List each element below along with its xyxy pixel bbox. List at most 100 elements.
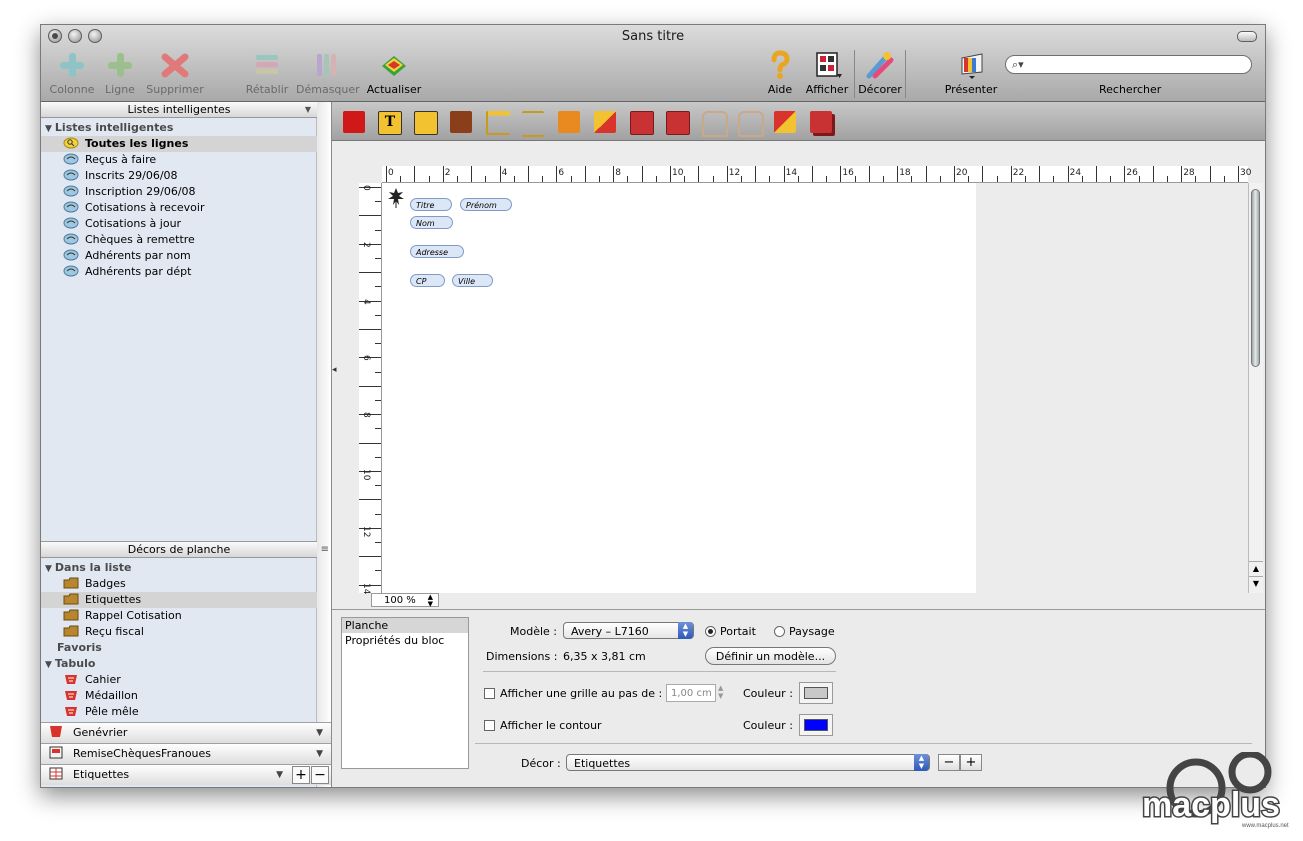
label-canvas[interactable]: Titre Prénom Nom Adresse CP Ville [382,183,976,593]
ruler-tick [670,166,671,182]
search-field[interactable]: ⌕▾ [1005,55,1252,74]
grid-color-well[interactable] [799,682,833,704]
restore-button[interactable]: Rétablir [244,50,290,98]
smart-list-item[interactable]: Toutes les lignes [41,136,317,152]
ruler-tick [1096,166,1097,182]
bring-front-tool[interactable] [594,111,616,133]
scroll-up-arrow-icon[interactable]: ▲ [1249,561,1263,576]
grid-checkbox[interactable]: Afficher une grille au pas de : [484,687,662,700]
grid-step-field[interactable]: 1,00 cm [666,684,716,702]
toolbar-toggle-button[interactable] [1237,31,1257,42]
ruler-tick [1195,176,1197,182]
ruler-tick [783,166,785,182]
tab-block-properties[interactable]: Propriétés du bloc [342,633,468,648]
document-row[interactable]: Etiquettes ▼ + − [41,764,331,785]
chevron-down-icon[interactable]: ▼ [316,744,323,764]
remove-decor-button[interactable]: − [938,754,960,771]
landscape-radio[interactable]: Paysage [774,625,835,638]
tabulo-item[interactable]: Cahier [41,672,317,688]
ruler-tick [939,176,941,182]
contour-checkbox[interactable]: Afficher le contour [484,719,602,732]
logo-url: www.macplus.net [1241,823,1289,829]
ruler-tick [1138,176,1140,182]
smart-list-item[interactable]: Chèques à remettre [41,232,317,248]
unmask-button[interactable]: Démasquer [296,50,360,98]
fill-color-tool[interactable] [343,111,365,133]
refresh-button[interactable]: Actualiser [365,50,423,98]
group-tool[interactable] [630,111,654,135]
present-button[interactable]: Présenter [939,50,1003,98]
ungroup-tool[interactable] [666,111,690,135]
tabulo-item[interactable]: Médaillon [41,688,317,704]
scroll-down-arrow-icon[interactable]: ▼ [1249,576,1263,591]
rotate-tool[interactable] [558,111,580,133]
add-button[interactable]: + [292,766,310,784]
disclosure-triangle-icon: ▼ [45,564,52,574]
decor-item[interactable]: Rappel Cotisation [41,608,317,624]
display-button[interactable]: Afficher [805,50,849,98]
document-row[interactable]: Genévrier ▼ [41,722,331,743]
editor-area: T 0 2 4 6 8 10 12 14 16 18 20 22 24 26 28 30 0 2 4 6 8 10 12 1… [332,102,1265,609]
send-back-tool[interactable] [774,111,796,133]
smart-list-item[interactable]: Adhérents par nom [41,248,317,264]
field-city[interactable]: Ville [452,274,493,287]
ruler-tick [375,314,381,316]
grid-stepper-icon[interactable]: ▲ ▼ [718,684,723,700]
field-address[interactable]: Adresse [410,245,464,258]
smart-list-item[interactable]: Cotisations à recevoir [41,200,317,216]
image-tool[interactable] [450,111,472,133]
smart-list-item[interactable]: Adhérents par dépt [41,264,317,280]
group-smart-lists[interactable]: ▼ Listes intelligentes [41,120,317,136]
refresh-icon [382,56,406,76]
decor-item[interactable]: Badges [41,576,317,592]
smart-list-item[interactable]: Inscription 29/06/08 [41,184,317,200]
smart-list-item[interactable]: Reçus à faire [41,152,317,168]
add-decor-button[interactable]: + [960,754,982,771]
align-left-tool[interactable] [486,111,510,135]
unlock-tool[interactable] [738,111,764,137]
lock-tool[interactable] [702,111,728,137]
group-favorites[interactable]: Favoris [41,640,317,656]
contour-color-sample [804,719,828,731]
scroll-thumb[interactable] [1251,189,1260,367]
ruler-tick [386,166,387,182]
field-title[interactable]: Titre [410,198,452,211]
decor-select[interactable]: Etiquettes ▲ ▼ [566,754,930,771]
remove-button[interactable]: − [311,766,329,784]
document-row[interactable]: RemiseChèquesFranoues ▼ [41,743,331,764]
field-first-name[interactable]: Prénom [460,198,512,211]
field-tool[interactable] [414,111,438,135]
shadow-tool[interactable] [810,111,832,133]
decor-item[interactable]: Etiquettes [41,592,317,608]
splitter-handle[interactable]: ◂ [332,365,337,375]
group-tabulo[interactable]: ▼ Tabulo [41,656,317,672]
delete-button[interactable]: Supprimer [145,50,205,98]
ruler-tick [641,166,643,182]
decorate-button[interactable]: Décorer [854,50,906,98]
row-button[interactable]: Ligne [103,50,137,98]
smart-lists-header[interactable]: Listes intelligentes ▼ [41,102,317,118]
field-name[interactable]: Nom [410,216,453,229]
display-icon [816,52,842,78]
group-in-list[interactable]: ▼ Dans la liste [41,560,317,576]
decors-header[interactable]: Décors de planche ≡ [41,541,329,558]
align-center-tool[interactable] [522,111,544,137]
canvas-scrollbar[interactable]: ▲ ▼ [1248,183,1263,593]
contour-color-well[interactable] [799,714,833,736]
tab-planche[interactable]: Planche [342,618,468,633]
tabulo-item[interactable]: Pêle mêle [41,704,317,720]
decor-item[interactable]: Reçu fiscal [41,624,317,640]
zoom-select[interactable]: 100 % ▲ ▼ [371,593,439,608]
column-button[interactable]: Colonne [49,50,95,98]
smart-list-item[interactable]: Inscrits 29/06/08 [41,168,317,184]
portrait-radio[interactable]: Portait [705,625,756,638]
field-zip[interactable]: CP [410,274,445,287]
help-button[interactable]: Aide [763,50,797,98]
ruler-tick [698,166,700,182]
model-select[interactable]: Avery – L7160 ▲ ▼ [563,622,694,639]
define-model-button[interactable]: Définir un modèle... [705,647,836,665]
chevron-down-icon[interactable]: ▼ [276,765,283,785]
smart-list-item[interactable]: Cotisations à jour [41,216,317,232]
text-tool[interactable]: T [378,111,402,135]
chevron-down-icon[interactable]: ▼ [316,723,323,743]
